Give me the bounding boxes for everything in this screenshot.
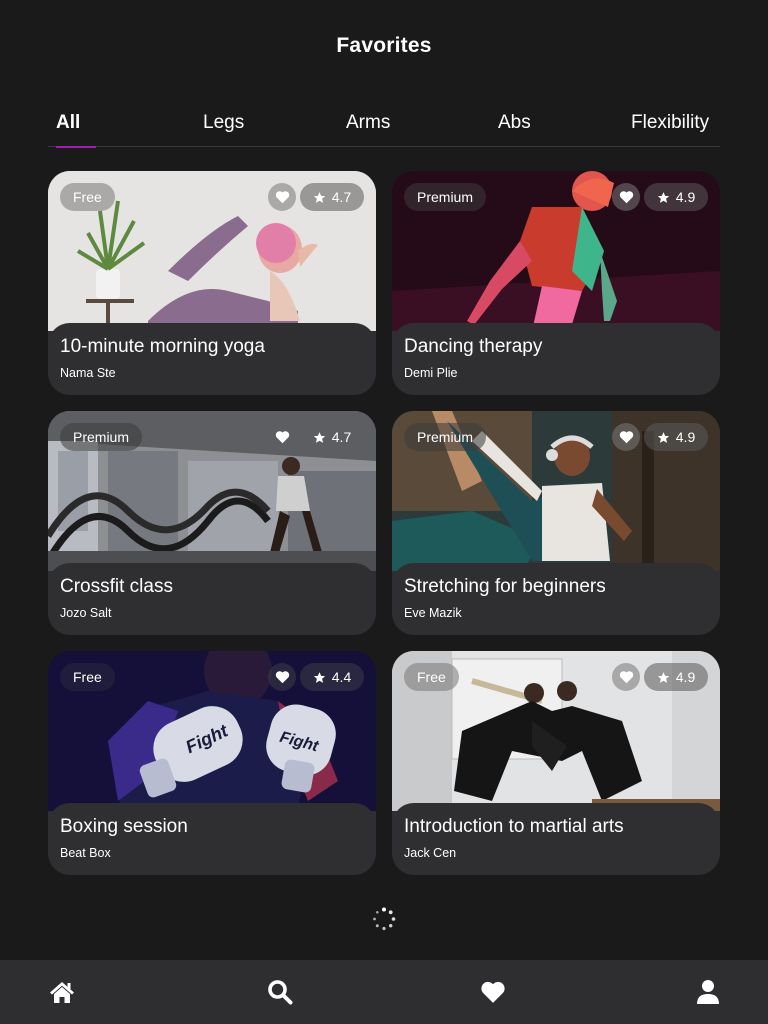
free-badge: Free [404, 663, 459, 691]
rating-badge: 4.9 [644, 663, 708, 691]
nav-search-button[interactable] [266, 978, 294, 1006]
heart-icon [619, 671, 633, 684]
star-icon [313, 431, 325, 443]
premium-badge: Premium [404, 423, 487, 451]
search-icon [268, 980, 293, 1005]
rating-value: 4.7 [331, 189, 352, 205]
rating-badge: 4.7 [300, 183, 364, 211]
workout-card[interactable]: Free 4.9 Introduction to martial arts Ja… [392, 651, 720, 875]
rating-badge: 4.7 [300, 423, 364, 451]
card-title: 10-minute morning yoga [60, 336, 265, 357]
star-icon [313, 191, 325, 203]
favorite-button[interactable] [268, 663, 296, 691]
nav-favorites-button[interactable] [479, 978, 507, 1006]
workout-card[interactable]: Premium 4.9 Stretching for beginners Eve… [392, 411, 720, 635]
tab-flexibility[interactable]: Flexibility [631, 112, 709, 147]
card-info: Stretching for beginners Eve Mazik [392, 563, 720, 635]
card-title: Dancing therapy [404, 336, 543, 357]
workout-card[interactable]: Premium 4.7 Crossfit class Jozo Salt [48, 411, 376, 635]
free-badge: Free [60, 183, 115, 211]
heart-icon [275, 671, 289, 684]
heart-icon [275, 431, 289, 444]
favorite-button[interactable] [268, 183, 296, 211]
card-title: Stretching for beginners [404, 576, 606, 597]
rating-badge: 4.9 [644, 183, 708, 211]
workout-card[interactable]: Fight Fight Free 4.4 Boxing session Beat… [48, 651, 376, 875]
home-icon [50, 982, 74, 1003]
favorite-button[interactable] [612, 423, 640, 451]
workout-card[interactable]: Free 4.7 10-minute morning yoga Nama Ste [48, 171, 376, 395]
rating-value: 4.9 [675, 429, 696, 445]
tab-legs[interactable]: Legs [203, 112, 244, 147]
rating-value: 4.9 [675, 189, 696, 205]
category-tabs: All Legs Arms Abs Flexibility [48, 104, 720, 148]
rating-badge: 4.4 [300, 663, 364, 691]
card-author: Jozo Salt [60, 606, 112, 620]
rating-badge: 4.9 [644, 423, 708, 451]
premium-badge: Premium [60, 423, 143, 451]
user-icon [697, 980, 719, 1004]
nav-profile-button[interactable] [694, 978, 722, 1006]
card-info: Crossfit class Jozo Salt [48, 563, 376, 635]
heart-icon [481, 981, 505, 1003]
rating-value: 4.9 [675, 669, 696, 685]
page-title: Favorites [336, 34, 432, 57]
card-title: Crossfit class [60, 576, 173, 597]
bottom-navigation [0, 960, 768, 1024]
workout-card[interactable]: Premium 4.9 Dancing therapy Demi Plie [392, 171, 720, 395]
favorite-button[interactable] [612, 183, 640, 211]
free-badge: Free [60, 663, 115, 691]
card-author: Beat Box [60, 846, 111, 860]
star-icon [313, 671, 325, 683]
card-title: Introduction to martial arts [404, 816, 624, 837]
heart-icon [619, 191, 633, 204]
card-title: Boxing session [60, 816, 188, 837]
favorites-screen: Favorites All Legs Arms Abs Flexibility [0, 0, 768, 1024]
nav-home-button[interactable] [48, 978, 76, 1006]
card-info: Dancing therapy Demi Plie [392, 323, 720, 395]
card-info: 10-minute morning yoga Nama Ste [48, 323, 376, 395]
card-info: Boxing session Beat Box [48, 803, 376, 875]
star-icon [657, 671, 669, 683]
star-icon [657, 431, 669, 443]
heart-icon [619, 431, 633, 444]
premium-badge: Premium [404, 183, 487, 211]
card-author: Eve Mazik [404, 606, 462, 620]
favorite-button[interactable] [268, 423, 296, 451]
rating-value: 4.4 [331, 669, 352, 685]
heart-icon [275, 191, 289, 204]
card-author: Nama Ste [60, 366, 116, 380]
star-icon [657, 191, 669, 203]
rating-value: 4.7 [331, 429, 352, 445]
tab-abs[interactable]: Abs [498, 112, 531, 147]
card-info: Introduction to martial arts Jack Cen [392, 803, 720, 875]
spinner-icon [373, 907, 396, 931]
card-author: Demi Plie [404, 366, 458, 380]
card-author: Jack Cen [404, 846, 457, 860]
tab-all[interactable]: All [56, 112, 97, 148]
favorite-button[interactable] [612, 663, 640, 691]
tab-arms[interactable]: Arms [346, 112, 390, 147]
